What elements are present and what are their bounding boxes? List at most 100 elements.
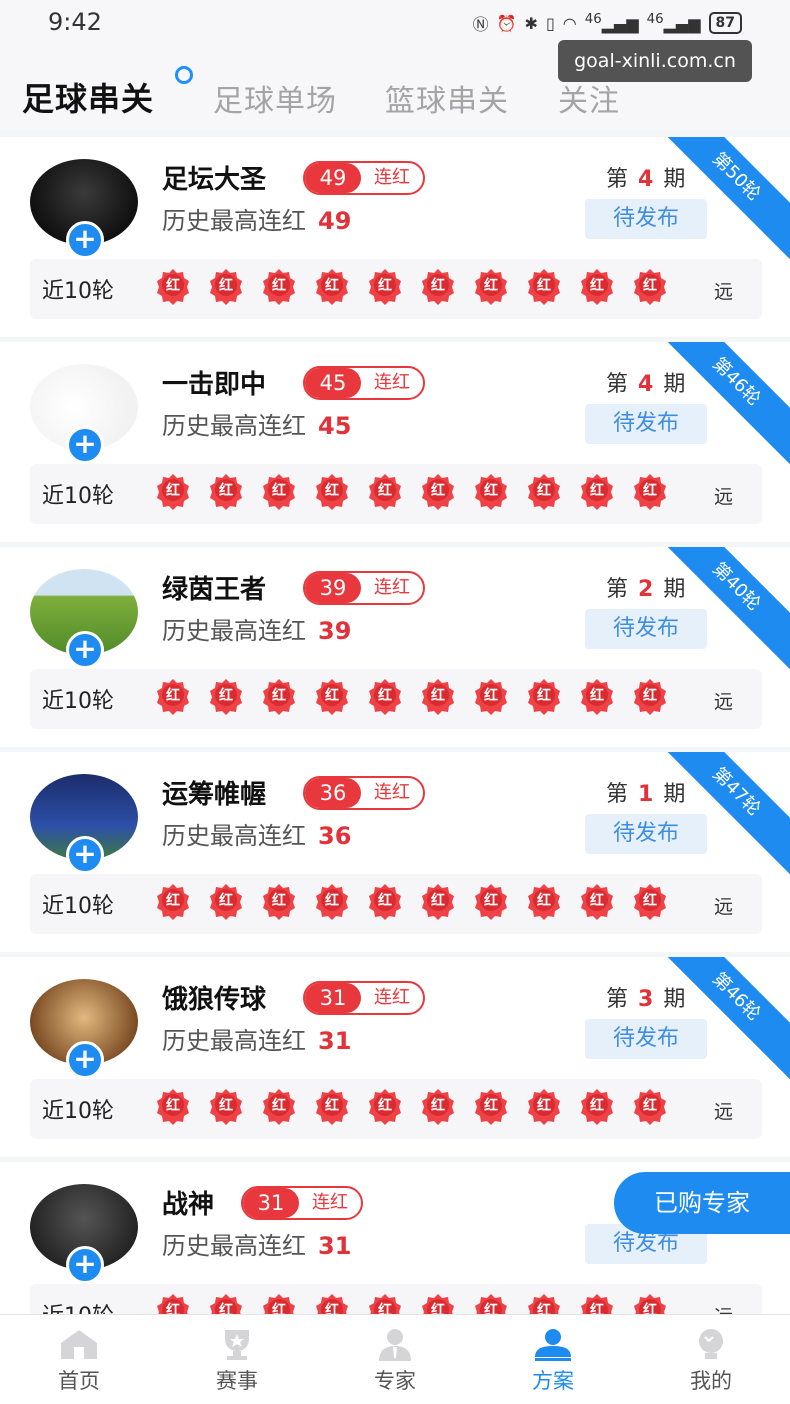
signal-icon-2: 46▂▄▆ bbox=[646, 12, 701, 34]
red-result-icon: 红 bbox=[313, 473, 351, 511]
streak-count: 31 bbox=[243, 1188, 299, 1218]
pending-publish-button[interactable]: 待发布 bbox=[585, 404, 707, 444]
result-list: 红红红红红红红红红红 bbox=[154, 268, 684, 306]
avatar-wrap: + bbox=[30, 364, 140, 464]
wifi-icon: ◠ bbox=[562, 13, 577, 33]
red-result-icon: 红 bbox=[419, 268, 457, 306]
red-result-icon: 红 bbox=[631, 1088, 669, 1126]
streak-count: 45 bbox=[305, 368, 361, 398]
follow-plus-button[interactable]: + bbox=[66, 426, 104, 464]
avatar-wrap: + bbox=[30, 569, 140, 669]
profile-icon bbox=[699, 1329, 723, 1359]
battery-icon: 87 bbox=[708, 12, 742, 34]
red-result-icon: 红 bbox=[313, 268, 351, 306]
nav-home[interactable]: 首页 bbox=[0, 1315, 158, 1404]
red-result-icon: 红 bbox=[472, 473, 510, 511]
red-result-icon: 红 bbox=[472, 678, 510, 716]
period-label: 第4期 bbox=[606, 372, 686, 397]
follow-plus-button[interactable]: + bbox=[66, 221, 104, 259]
red-result-icon: 红 bbox=[525, 678, 563, 716]
vibrate-icon: ▯ bbox=[545, 13, 555, 33]
history-max: 历史最高连红 36 bbox=[162, 822, 352, 850]
red-result-icon: 红 bbox=[154, 678, 192, 716]
red-result-icon: 红 bbox=[207, 268, 245, 306]
red-result-icon: 红 bbox=[578, 1088, 616, 1126]
streak-count: 39 bbox=[305, 573, 361, 603]
follow-plus-button[interactable]: + bbox=[66, 836, 104, 874]
pending-publish-button[interactable]: 待发布 bbox=[585, 199, 707, 239]
red-result-icon: 红 bbox=[260, 268, 298, 306]
history-max: 历史最高连红 31 bbox=[162, 1027, 352, 1055]
streak-text: 连红 bbox=[374, 167, 410, 188]
bottom-nav: 首页 赛事 专家 方案 我的 bbox=[0, 1314, 790, 1404]
red-result-icon: 红 bbox=[631, 473, 669, 511]
far-label: 远 bbox=[714, 1101, 734, 1123]
red-result-icon: 红 bbox=[472, 1088, 510, 1126]
watermark: goal-xinli.com.cn bbox=[558, 40, 752, 82]
pending-publish-button[interactable]: 待发布 bbox=[585, 609, 707, 649]
recent-results-row: 近10轮 红红红红红红红红红红 远 bbox=[30, 464, 762, 524]
red-result-icon: 红 bbox=[313, 1088, 351, 1126]
streak-badge: 31 连红 bbox=[241, 1186, 363, 1220]
red-result-icon: 红 bbox=[631, 678, 669, 716]
history-max: 历史最高连红 45 bbox=[162, 412, 352, 440]
nav-experts-label: 专家 bbox=[374, 1369, 416, 1393]
expert-name: 足坛大圣 bbox=[162, 165, 267, 195]
far-label: 远 bbox=[714, 691, 734, 713]
history-max: 历史最高连红 49 bbox=[162, 207, 352, 235]
trophy-icon bbox=[225, 1330, 249, 1360]
expert-card[interactable]: + 一击即中 45 连红 历史最高连红 45 第4期 待发布 第46轮 近10轮 … bbox=[0, 342, 790, 542]
pending-publish-button[interactable]: 待发布 bbox=[585, 814, 707, 854]
red-result-icon: 红 bbox=[260, 678, 298, 716]
follow-plus-button[interactable]: + bbox=[66, 1041, 104, 1079]
nav-mine[interactable]: 我的 bbox=[632, 1315, 790, 1404]
status-icons: Ⓝ ⏰ ✱ ▯ ◠ 46▂▄▆ 46▂▄▆ 87 bbox=[473, 11, 742, 35]
expert-card[interactable]: + 足坛大圣 49 连红 历史最高连红 49 第4期 待发布 第50轮 近10轮 … bbox=[0, 137, 790, 337]
streak-text: 连红 bbox=[374, 577, 410, 598]
tab-follow[interactable]: 关注 bbox=[558, 76, 620, 120]
follow-plus-button[interactable]: + bbox=[66, 631, 104, 669]
nav-experts[interactable]: 专家 bbox=[316, 1315, 474, 1404]
streak-count: 49 bbox=[305, 163, 361, 193]
recent-results-row: 近10轮 红红红红红红红红红红 远 bbox=[30, 1079, 762, 1139]
expert-card[interactable]: + 运筹帷幄 36 连红 历史最高连红 36 第1期 待发布 第47轮 近10轮 … bbox=[0, 752, 790, 952]
active-tab-dot-icon bbox=[175, 66, 193, 84]
streak-text: 连红 bbox=[374, 987, 410, 1008]
streak-badge: 49 连红 bbox=[303, 161, 425, 195]
red-result-icon: 红 bbox=[525, 1088, 563, 1126]
red-result-icon: 红 bbox=[154, 473, 192, 511]
red-result-icon: 红 bbox=[525, 883, 563, 921]
red-result-icon: 红 bbox=[578, 473, 616, 511]
red-result-icon: 红 bbox=[313, 678, 351, 716]
period-label: 第4期 bbox=[606, 167, 686, 192]
pending-publish-button[interactable]: 待发布 bbox=[585, 1019, 707, 1059]
purchased-experts-button[interactable]: 已购专家 bbox=[614, 1172, 790, 1234]
expert-icon bbox=[379, 1329, 411, 1361]
period-label: 第3期 bbox=[606, 987, 686, 1012]
tab-football-parlay[interactable]: 足球串关 bbox=[22, 74, 154, 120]
red-result-icon: 红 bbox=[578, 268, 616, 306]
far-label: 远 bbox=[714, 486, 734, 508]
streak-badge: 45 连红 bbox=[303, 366, 425, 400]
streak-text: 连红 bbox=[374, 782, 410, 803]
red-result-icon: 红 bbox=[419, 473, 457, 511]
avatar-wrap: + bbox=[30, 979, 140, 1079]
recent-results-row: 近10轮 红红红红红红红红红红 远 bbox=[30, 874, 762, 934]
streak-count: 31 bbox=[305, 983, 361, 1013]
streak-badge: 31 连红 bbox=[303, 981, 425, 1015]
red-result-icon: 红 bbox=[260, 473, 298, 511]
nav-matches[interactable]: 赛事 bbox=[158, 1315, 316, 1404]
follow-plus-button[interactable]: + bbox=[66, 1246, 104, 1284]
red-result-icon: 红 bbox=[154, 1088, 192, 1126]
red-result-icon: 红 bbox=[366, 1088, 404, 1126]
plan-user-icon bbox=[535, 1329, 571, 1361]
nav-plans[interactable]: 方案 bbox=[474, 1315, 632, 1404]
expert-card[interactable]: + 绿茵王者 39 连红 历史最高连红 39 第2期 待发布 第40轮 近10轮 … bbox=[0, 547, 790, 747]
expert-name: 战神 bbox=[162, 1190, 215, 1220]
recent-results-row: 近10轮 红红红红红红红红红红 远 bbox=[30, 669, 762, 729]
tab-football-single[interactable]: 足球单场 bbox=[213, 76, 337, 120]
recent-results-row: 近10轮 红红红红红红红红红红 远 bbox=[30, 259, 762, 319]
tab-basketball-parlay[interactable]: 篮球串关 bbox=[385, 76, 509, 120]
expert-card[interactable]: + 饿狼传球 31 连红 历史最高连红 31 第3期 待发布 第46轮 近10轮 … bbox=[0, 957, 790, 1157]
red-result-icon: 红 bbox=[313, 883, 351, 921]
